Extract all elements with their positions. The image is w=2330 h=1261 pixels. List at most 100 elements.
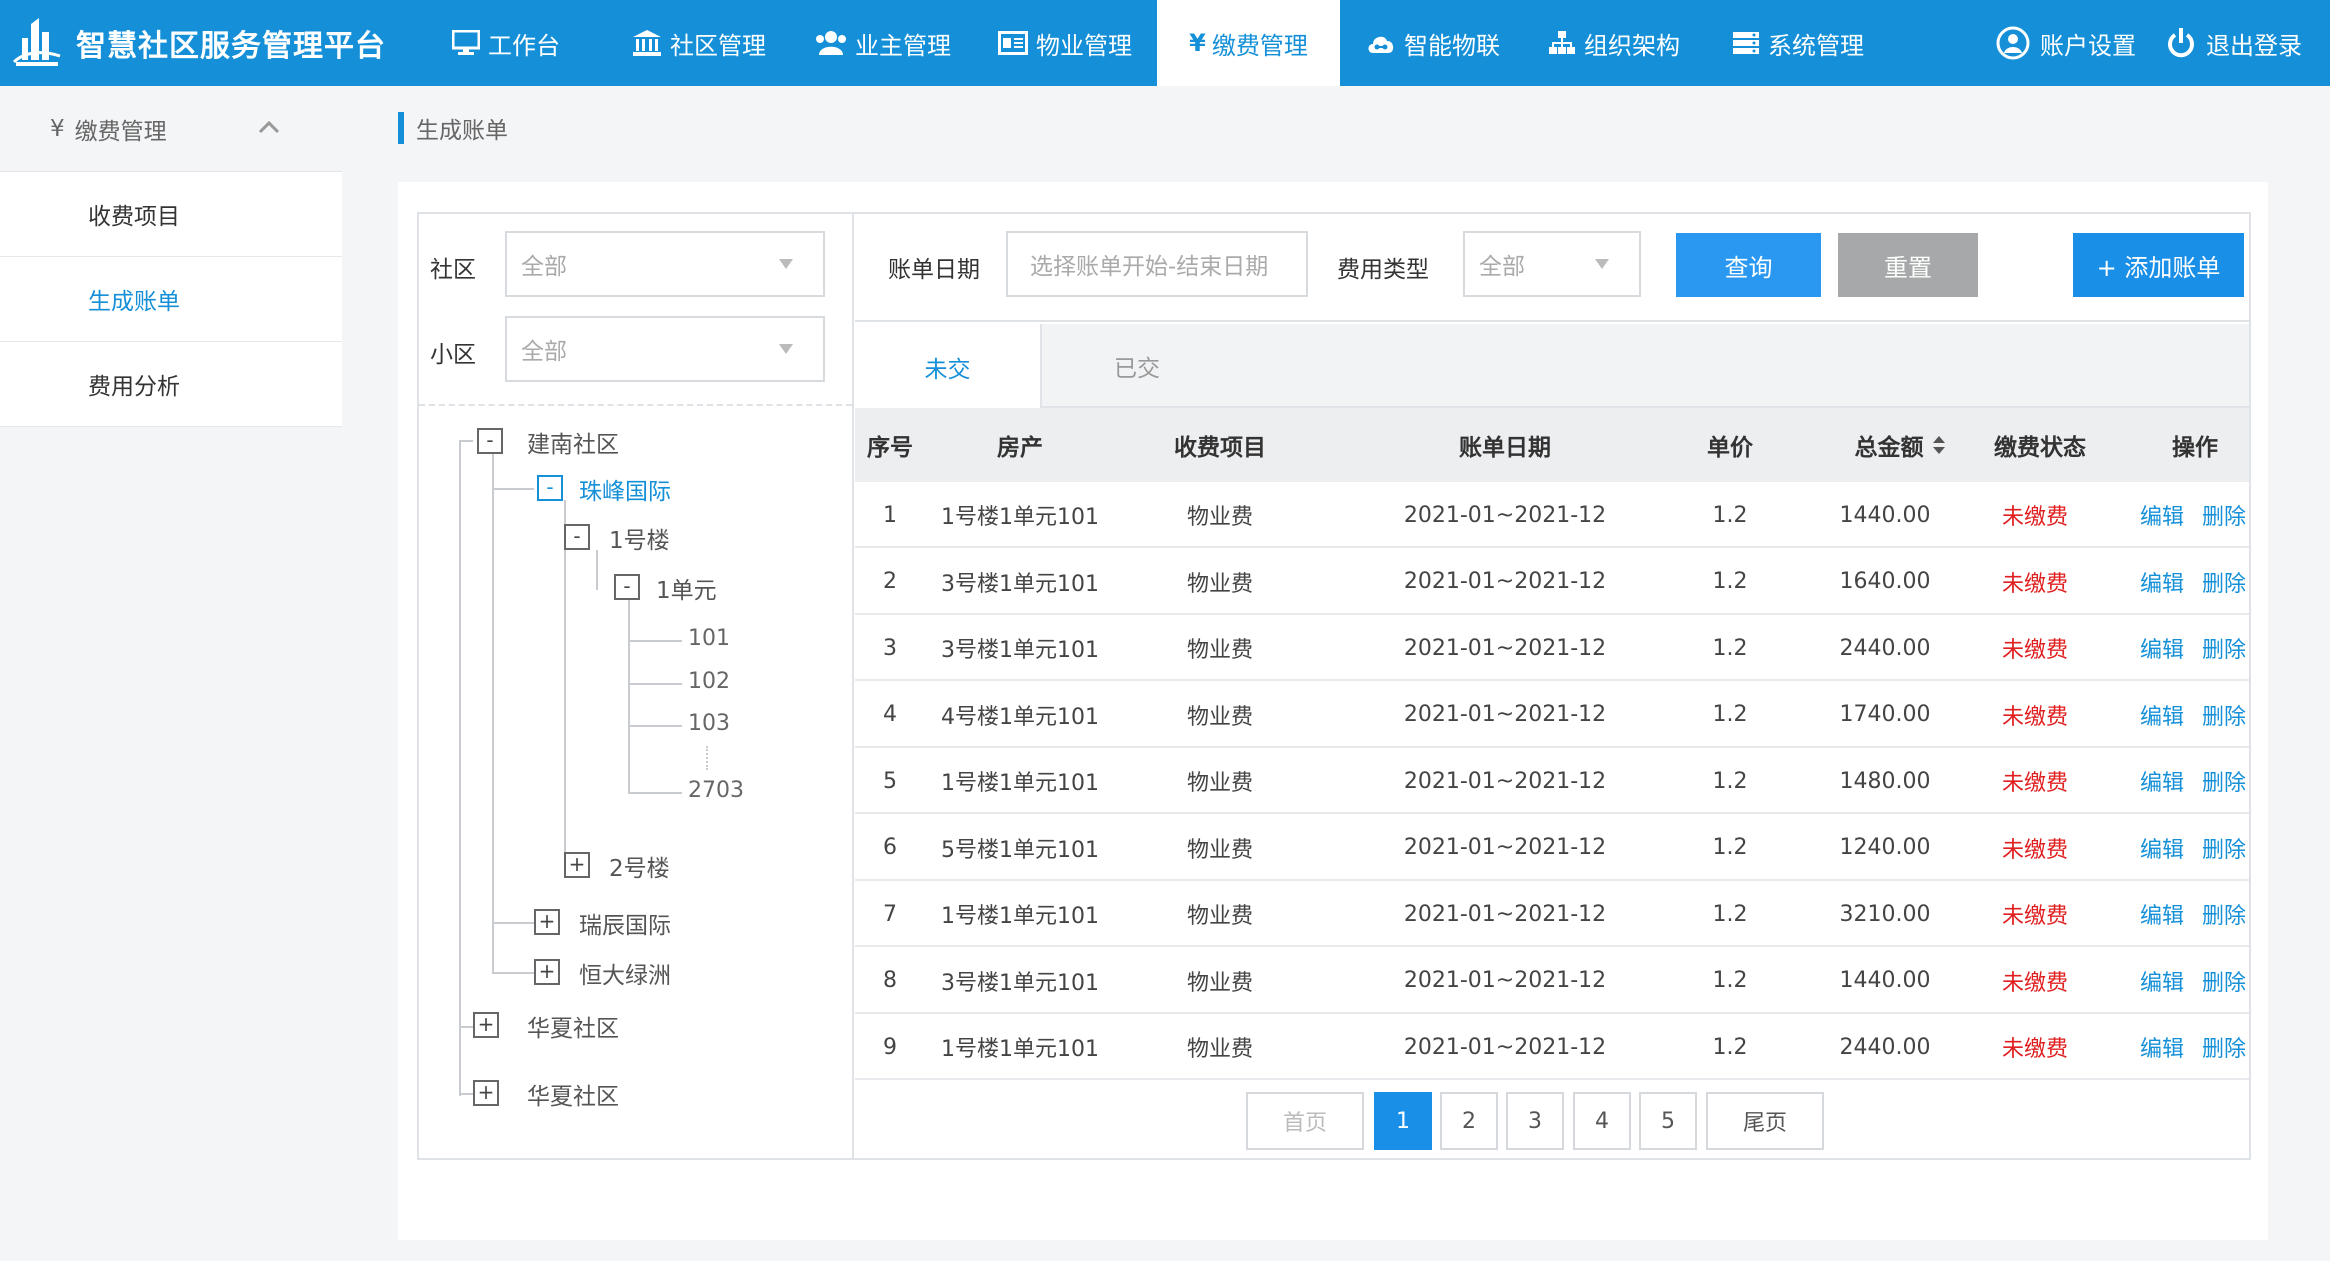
delete-link[interactable]: 删除 [2202,898,2246,930]
table-row: 3 3号楼1单元101 物业费 2021-01~2021-12 1.2 2440.00 未缴… [855,615,2249,681]
edit-link[interactable]: 编辑 [2140,632,2184,664]
pagination-last[interactable]: 尾页 [1706,1092,1824,1150]
sidebar-item-generate-bill[interactable]: 生成账单 [0,257,342,342]
cell-index: 1 [883,502,897,528]
add-bill-button[interactable]: + 添加账单 [2073,233,2244,297]
query-button[interactable]: 查询 [1676,233,1821,297]
tree-node-zhufeng[interactable]: 珠峰国际 [579,472,671,506]
bill-date-range-input[interactable]: 选择账单开始-结束日期 [1006,231,1308,297]
edit-link[interactable]: 编辑 [2140,1031,2184,1063]
tree-toggle-expand[interactable]: + [534,959,560,985]
delete-link[interactable]: 删除 [2202,566,2246,598]
nav-owners[interactable]: 业主管理 [815,0,965,86]
nav-iot[interactable]: 智能物联 [1366,0,1516,86]
nav-community[interactable]: 社区管理 [632,0,782,86]
delete-link[interactable]: 删除 [2202,965,2246,997]
col-bill-date: 账单日期 [1459,435,1551,461]
tree-node-jiannan[interactable]: 建南社区 [527,425,619,459]
community-select[interactable]: 全部 [505,231,825,297]
delete-link[interactable]: 删除 [2202,499,2246,531]
nav-billing[interactable]: ¥ 缴费管理 [1157,0,1340,86]
tree-leaf-room[interactable]: 102 [688,669,730,694]
fee-type-select[interactable]: 全部 [1463,231,1641,297]
tree-toggle-collapse[interactable]: - [477,428,503,454]
cell-date: 2021-01~2021-12 [1403,835,1607,860]
sidebar-item-fee-items[interactable]: 收费项目 [0,172,342,257]
cell-item: 物业费 [1186,638,1253,663]
table-row: 5 1号楼1单元101 物业费 2021-01~2021-12 1.2 1480.00 未缴… [855,748,2249,814]
cell-property: 4号楼1单元101 [941,704,1099,730]
estate-select[interactable]: 全部 [505,316,825,382]
nav-label: 社区管理 [670,31,766,60]
nav-property[interactable]: 物业管理 [998,0,1148,86]
cell-operations: 编辑 删除 [2113,748,2273,814]
nav-organization[interactable]: 组织架构 [1548,0,1698,86]
sidebar-section-header[interactable]: ¥ 缴费管理 [0,86,342,172]
delete-link[interactable]: 删除 [2202,699,2246,731]
tree-node-building-2[interactable]: 2号楼 [609,849,670,883]
tree-toggle-expand[interactable]: + [473,1012,499,1038]
tree-connector [628,600,630,792]
pagination-page[interactable]: 2 [1440,1092,1498,1150]
tree-toggle-collapse[interactable]: - [564,524,590,550]
tree-node-hengda[interactable]: 恒大绿洲 [579,956,671,990]
tree-toggle-collapse[interactable]: - [614,574,640,600]
tree-leaf-room[interactable]: 103 [688,711,730,736]
tree-leaf-room[interactable]: 101 [688,626,730,651]
pagination-page[interactable]: 4 [1573,1092,1631,1150]
account-settings[interactable]: 账户设置 [1996,0,2136,86]
tree-connector [628,792,682,794]
edit-link[interactable]: 编辑 [2140,898,2184,930]
sidebar-item-fee-analysis[interactable]: 费用分析 [0,342,342,427]
cell-property: 1号楼1单元101 [941,505,1099,530]
nav-workbench[interactable]: 工作台 [452,0,572,86]
tree-node-huaxia[interactable]: 华夏社区 [527,1077,619,1111]
reset-button[interactable]: 重置 [1838,233,1978,297]
caret-down-icon [779,344,793,354]
cell-total: 2440.00 [1839,635,1931,661]
edit-link[interactable]: 编辑 [2140,965,2184,997]
pagination-first[interactable]: 首页 [1246,1092,1364,1150]
pagination-page[interactable]: 3 [1506,1092,1564,1150]
cell-index: 5 [883,768,897,794]
cell-status: 未缴费 [2001,1037,2068,1062]
delete-link[interactable]: 删除 [2202,832,2246,864]
pagination-page[interactable]: 5 [1639,1092,1697,1150]
tree-node-huaxia[interactable]: 华夏社区 [527,1009,619,1043]
edit-link[interactable]: 编辑 [2140,499,2184,531]
delete-link[interactable]: 删除 [2202,765,2246,797]
pagination-page[interactable]: 1 [1374,1092,1432,1150]
nav-label: 系统管理 [1768,31,1864,60]
tree-leaf-room[interactable]: 2703 [688,778,744,803]
edit-link[interactable]: 编辑 [2140,765,2184,797]
delete-link[interactable]: 删除 [2202,632,2246,664]
tree-toggle-collapse[interactable]: - [537,475,563,501]
edit-link[interactable]: 编辑 [2140,699,2184,731]
sidebar: ¥ 缴费管理 收费项目 生成账单 费用分析 [0,86,342,1261]
tree-toggle-expand[interactable]: + [473,1080,499,1106]
yen-icon: ¥ [1189,29,1206,57]
edit-link[interactable]: 编辑 [2140,832,2184,864]
tree-node-unit-1[interactable]: 1单元 [656,571,717,605]
tree-toggle-expand[interactable]: + [534,909,560,935]
col-status: 缴费状态 [1994,435,2086,461]
tab-unpaid[interactable]: 未交 [855,324,1042,410]
tree-toggle-expand[interactable]: + [564,852,590,878]
delete-link[interactable]: 删除 [2202,1031,2246,1063]
cell-date: 2021-01~2021-12 [1403,569,1607,594]
edit-link[interactable]: 编辑 [2140,566,2184,598]
cell-status: 未缴费 [2001,837,2068,863]
fee-type-select-value: 全部 [1479,254,1525,280]
bill-date-label: 账单日期 [888,257,980,283]
tab-paid[interactable]: 已交 [1042,324,1232,408]
nav-label: 组织架构 [1584,31,1680,60]
cell-operations: 编辑 删除 [2113,948,2273,1014]
logout-button[interactable]: 退出登录 [2166,0,2302,86]
tree-node-ruichen[interactable]: 瑞辰国际 [579,906,671,940]
community-select-value: 全部 [521,254,567,280]
nav-system[interactable]: 系统管理 [1732,0,1882,86]
breadcrumb-label: 生成账单 [416,118,508,144]
tree-node-building-1[interactable]: 1号楼 [609,521,670,555]
cell-index: 4 [883,702,897,727]
cell-property: 1号楼1单元101 [941,904,1099,929]
